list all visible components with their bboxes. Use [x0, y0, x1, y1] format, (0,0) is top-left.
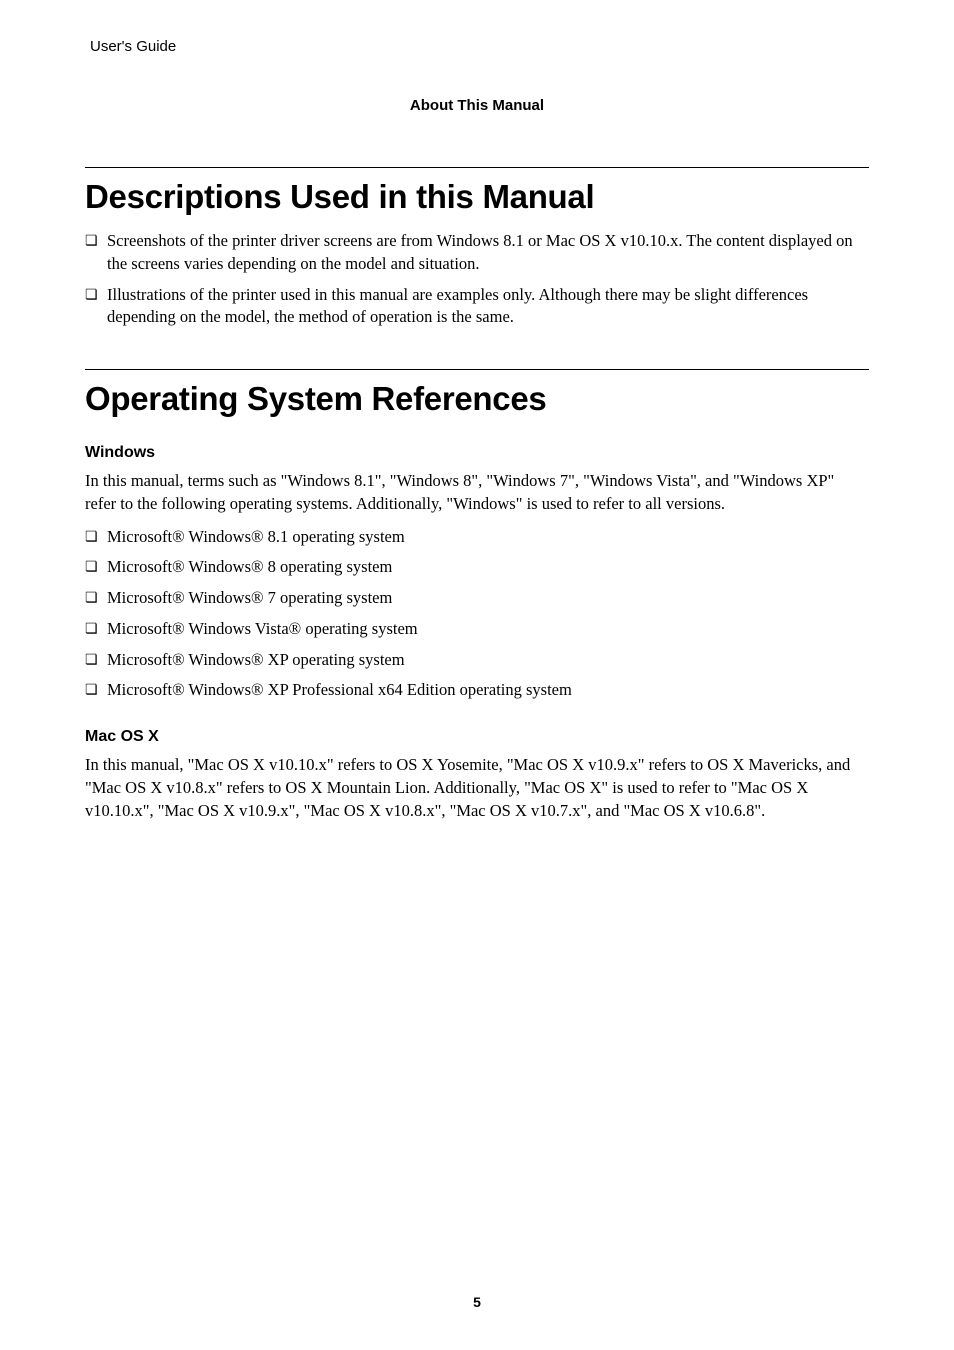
page-number: 5 — [0, 1294, 954, 1310]
body-text: In this manual, terms such as "Windows 8… — [85, 470, 869, 516]
chapter-label: About This Manual — [85, 97, 869, 114]
list-item: Screenshots of the printer driver screen… — [85, 230, 869, 276]
section-title: Descriptions Used in this Manual — [85, 178, 869, 216]
list-item: Illustrations of the printer used in thi… — [85, 284, 869, 330]
list-item: Microsoft® Windows® 8.1 operating system — [85, 526, 869, 549]
subhead-windows: Windows — [85, 444, 869, 462]
section-rule — [85, 167, 869, 168]
section-title: Operating System References — [85, 380, 869, 418]
list-item: Microsoft® Windows® XP operating system — [85, 649, 869, 672]
page: User's Guide About This Manual Descripti… — [0, 0, 954, 1350]
section-rule — [85, 369, 869, 370]
list-item: Microsoft® Windows® 7 operating system — [85, 587, 869, 610]
bullet-list: Screenshots of the printer driver screen… — [85, 230, 869, 329]
bullet-list: Microsoft® Windows® 8.1 operating system… — [85, 526, 869, 703]
list-item: Microsoft® Windows® XP Professional x64 … — [85, 679, 869, 702]
section-os-references: Operating System References Windows In t… — [85, 369, 869, 822]
running-head: User's Guide — [90, 38, 869, 55]
subhead-macosx: Mac OS X — [85, 728, 869, 746]
section-descriptions: Descriptions Used in this Manual Screens… — [85, 167, 869, 329]
body-text: In this manual, "Mac OS X v10.10.x" refe… — [85, 754, 869, 822]
list-item: Microsoft® Windows® 8 operating system — [85, 556, 869, 579]
list-item: Microsoft® Windows Vista® operating syst… — [85, 618, 869, 641]
